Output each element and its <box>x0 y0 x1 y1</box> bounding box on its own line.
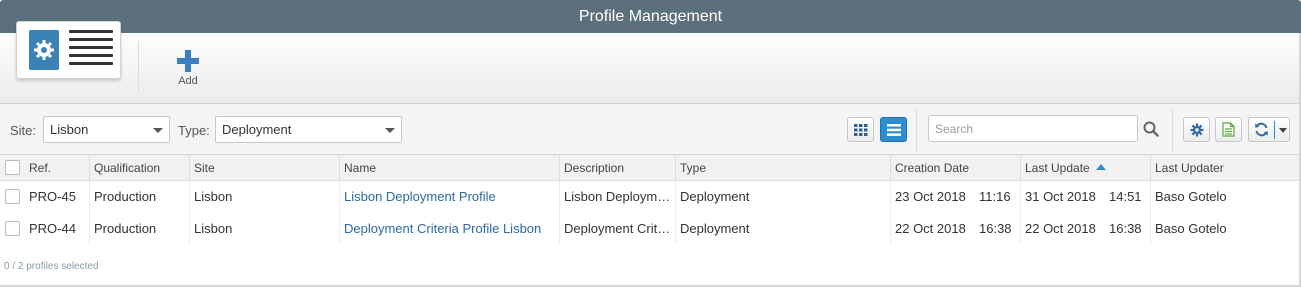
site-label: Site: <box>10 123 37 138</box>
cell-creation-date: 22 Oct 2018 <box>890 213 970 245</box>
cell-site: Lisbon <box>189 181 339 213</box>
list-view-button[interactable] <box>880 117 907 142</box>
type-label: Type: <box>178 123 210 138</box>
select-all-cell <box>0 155 24 181</box>
settings-button[interactable] <box>1183 117 1210 142</box>
column-header-site[interactable]: Site <box>189 155 339 181</box>
row-select-cell <box>0 181 24 213</box>
column-header-description[interactable]: Description <box>559 155 675 181</box>
search-input[interactable] <box>928 115 1138 142</box>
gear-icon <box>1190 123 1203 136</box>
gear-icon <box>29 30 59 70</box>
site-select-value: Lisbon <box>50 122 89 137</box>
column-header-last-update-label: Last Update <box>1025 161 1090 175</box>
refresh-button[interactable] <box>1248 117 1290 142</box>
cell-type: Deployment <box>675 181 890 213</box>
row-select-cell <box>0 213 24 245</box>
cell-qualification: Production <box>89 213 189 245</box>
profile-app-icon <box>16 21 121 79</box>
toolbar-divider <box>138 41 139 91</box>
search-icon[interactable] <box>1143 121 1159 140</box>
cell-site: Lisbon <box>189 213 339 245</box>
column-header-qualification[interactable]: Qualification <box>89 155 189 181</box>
chevron-down-icon <box>153 128 163 133</box>
column-header-name[interactable]: Name <box>339 155 559 181</box>
cell-update-time: 14:51 <box>1109 189 1142 204</box>
cell-ref: PRO-45 <box>29 189 76 204</box>
cell-update-date: 22 Oct 2018 <box>1020 213 1100 245</box>
table-row[interactable]: PRO-44 Production Lisbon Deployment Crit… <box>0 213 1301 245</box>
cell-ref: PRO-44 <box>29 221 76 236</box>
plus-icon <box>168 47 208 75</box>
cell-description: Lisbon Deploym… <box>559 181 675 213</box>
column-header-last-updater[interactable]: Last Updater <box>1150 155 1301 181</box>
profile-name-link[interactable]: Lisbon Deployment Profile <box>339 181 559 213</box>
refresh-split-divider <box>1274 121 1275 139</box>
column-header-creation-date[interactable]: Creation Date <box>890 155 1020 181</box>
grid-view-icon <box>853 123 867 136</box>
row-checkbox[interactable] <box>5 189 20 204</box>
type-select[interactable]: Deployment <box>215 116 402 143</box>
cell-creation-time: 11:16 <box>979 189 1011 204</box>
cell-updater: Baso Gotelo <box>1150 181 1301 213</box>
chevron-down-icon <box>385 128 395 133</box>
table-row[interactable]: PRO-45 Production Lisbon Lisbon Deployme… <box>0 181 1301 213</box>
cell-update-time: 16:38 <box>1109 221 1142 236</box>
column-header-type[interactable]: Type <box>675 155 890 181</box>
select-all-checkbox[interactable] <box>5 160 20 175</box>
grid-view-button[interactable] <box>847 117 874 142</box>
cell-creation-date: 23 Oct 2018 <box>890 181 970 213</box>
type-select-value: Deployment <box>222 122 292 137</box>
profile-name-link[interactable]: Deployment Criteria Profile Lisbon <box>339 213 559 245</box>
cell-update-date: 31 Oct 2018 <box>1020 181 1100 213</box>
selection-status: 0 / 2 profiles selected <box>4 261 99 272</box>
cell-updater: Baso Gotelo <box>1150 213 1301 245</box>
document-lines-icon <box>69 30 113 70</box>
cell-description: Deployment Crit… <box>559 213 675 245</box>
add-button[interactable]: Add <box>168 47 208 95</box>
caret-down-icon[interactable] <box>1279 128 1287 133</box>
sort-ascending-icon <box>1095 164 1106 170</box>
window-title: Profile Management <box>0 0 1301 33</box>
table-header: Ref. Qualification Site Name Description… <box>0 155 1301 181</box>
cell-creation-time: 16:38 <box>979 221 1012 236</box>
row-checkbox[interactable] <box>5 221 20 236</box>
filter-bar: Site: Lisbon Type: Deployment <box>0 104 1301 155</box>
refresh-icon <box>1255 122 1268 137</box>
cell-type: Deployment <box>675 213 890 245</box>
site-select[interactable]: Lisbon <box>43 116 170 143</box>
list-view-icon <box>886 123 901 136</box>
column-header-last-update[interactable]: Last Update <box>1020 155 1150 181</box>
export-icon <box>1222 122 1235 137</box>
export-button[interactable] <box>1215 117 1242 142</box>
column-header-ref[interactable]: Ref. <box>25 155 89 181</box>
cell-qualification: Production <box>89 181 189 213</box>
filter-divider <box>1172 108 1173 152</box>
filter-divider <box>916 108 917 152</box>
add-button-label: Add <box>178 75 198 87</box>
